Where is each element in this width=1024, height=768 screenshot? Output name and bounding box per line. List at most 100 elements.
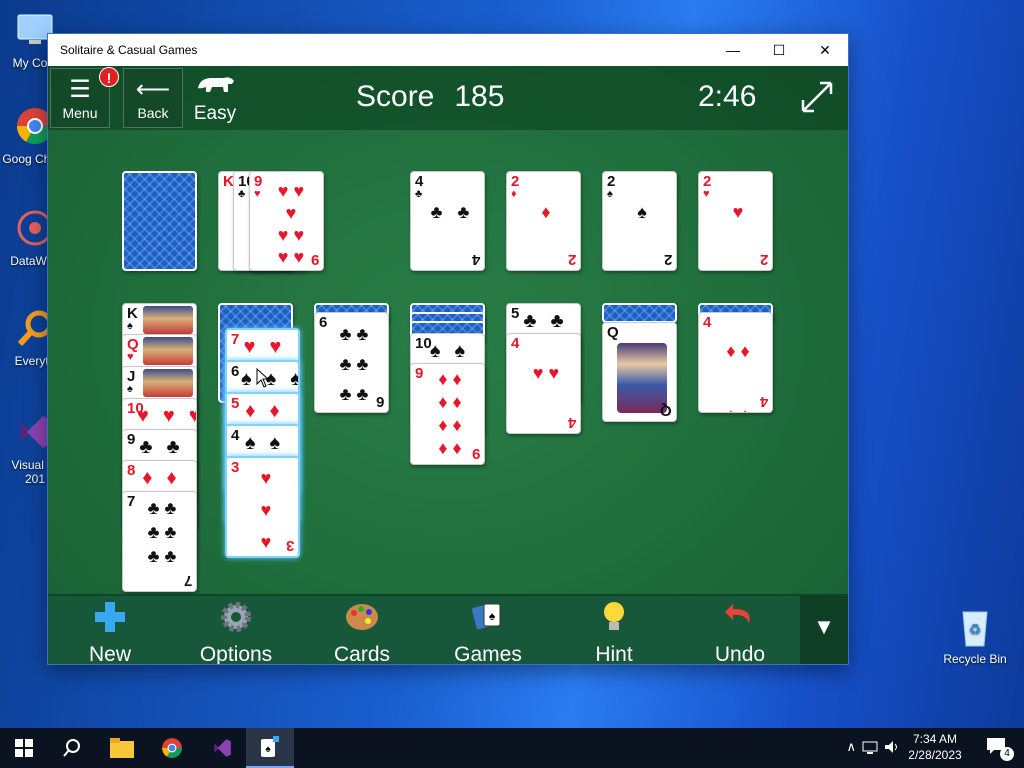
card-suit: ♥ bbox=[127, 351, 134, 363]
start-button[interactable] bbox=[0, 728, 48, 768]
club-pips: ♣♣ bbox=[523, 310, 578, 332]
hint-label: Hint bbox=[595, 643, 633, 664]
foundation-diamonds[interactable]: 2 ♦ ♦♦ 2 bbox=[506, 171, 581, 271]
tray-overflow-chevron-icon[interactable]: ∧ bbox=[846, 739, 856, 755]
queen-face-image bbox=[143, 337, 193, 365]
heart-pips: ♥♥♥ bbox=[137, 405, 196, 427]
tableau-card[interactable]: 4 ♦ ♦♦ ♦ 4 bbox=[698, 312, 773, 413]
tableau-card[interactable]: 6 ♣ ♣ ♣ ♣ ♣ ♣ 6 bbox=[314, 312, 389, 413]
solitaire-window: Solitaire & Casual Games — ☐ ✕ ☰ Menu ! … bbox=[47, 33, 849, 665]
mouse-cursor-icon bbox=[256, 367, 270, 393]
card-rank-corner: 9 bbox=[310, 251, 319, 268]
card-rank-corner: 7 bbox=[183, 572, 192, 589]
taskbar-clock[interactable]: 7:34 AM 2/28/2023 bbox=[900, 731, 970, 763]
palette-icon bbox=[312, 600, 412, 643]
tableau-card[interactable]: 9 ♦ ♦ ♦ ♦ ♦ ♦ ♦ ♦ 9 bbox=[410, 363, 485, 465]
difficulty-label: Easy bbox=[193, 103, 237, 124]
desktop-icon-recycle-bin[interactable]: ♻ Recycle Bin bbox=[940, 604, 1010, 666]
window-titlebar[interactable]: Solitaire & Casual Games — ☐ ✕ bbox=[48, 34, 848, 66]
chrome-taskbar-button[interactable] bbox=[148, 728, 196, 768]
card-rank-corner: 9 bbox=[471, 445, 480, 462]
card-rank: 4 bbox=[415, 173, 424, 190]
notification-count-badge: 4 bbox=[1000, 747, 1014, 761]
heart-pips: ♥♥ bbox=[243, 336, 296, 358]
game-board: ☰ Menu ! ⟵ Back Easy Score 185 2:46 K 10… bbox=[48, 66, 848, 664]
volume-icon[interactable] bbox=[884, 739, 900, 760]
foundation-clubs[interactable]: 4 ♣ ♣ ♣♣ ♣ 4 bbox=[410, 171, 485, 271]
face-down-card bbox=[602, 303, 677, 323]
taskbar: ♠ ∧ 7:34 AM 2/28/2023 4 bbox=[0, 728, 1024, 768]
close-button[interactable]: ✕ bbox=[802, 34, 848, 66]
club-pips: ♣ ♣ ♣ ♣ ♣ ♣ bbox=[339, 324, 369, 404]
maximize-button[interactable]: ☐ bbox=[756, 34, 802, 66]
back-button[interactable]: ⟵ Back bbox=[123, 68, 183, 128]
hint-button[interactable]: Hint bbox=[564, 600, 664, 664]
diamond-pips: ♦♦ bbox=[245, 400, 294, 422]
visual-studio-taskbar-button[interactable] bbox=[198, 728, 246, 768]
spade-pips: ♠♠ bbox=[637, 202, 647, 270]
score-display: Score 185 bbox=[356, 80, 504, 114]
card-suit: ♠ bbox=[127, 320, 133, 332]
menu-label: Menu bbox=[62, 105, 98, 121]
tableau-card[interactable]: 7 ♣ ♣ ♣ ♣ ♣ ♣ 7 bbox=[122, 491, 197, 592]
more-commands-chevron-icon[interactable]: ▼ bbox=[800, 596, 848, 664]
tableau-card[interactable]: 3 ♥ ♥ ♥ 3 bbox=[225, 456, 300, 558]
card-rank: J bbox=[127, 368, 136, 385]
clock-time: 7:34 AM bbox=[912, 732, 958, 746]
alert-badge: ! bbox=[99, 67, 119, 87]
lightbulb-icon bbox=[564, 600, 664, 643]
solitaire-taskbar-button[interactable]: ♠ bbox=[246, 728, 294, 768]
card-rank-corner: 4 bbox=[759, 393, 768, 410]
card-rank: 6 bbox=[319, 314, 328, 331]
cards-label: Cards bbox=[333, 643, 391, 664]
card-suit: ♣ bbox=[238, 188, 246, 200]
foundation-spades[interactable]: 2 ♠ ♠♠ 2 bbox=[602, 171, 677, 271]
tableau-card[interactable]: Q Q bbox=[602, 322, 677, 422]
tableau-card[interactable]: 4 ♥ ♥♥ ♥ 4 bbox=[506, 333, 581, 434]
search-button[interactable] bbox=[48, 728, 96, 768]
fullscreen-icon[interactable] bbox=[800, 80, 834, 114]
undo-label: Undo bbox=[714, 643, 766, 664]
jack-face-image bbox=[143, 369, 193, 397]
menu-button[interactable]: ☰ Menu ! bbox=[50, 67, 119, 128]
heart-pips: ♥♥♥ bbox=[260, 468, 272, 552]
foundation-hearts[interactable]: 2 ♥ ♥♥ 2 bbox=[698, 171, 773, 271]
file-explorer-taskbar-button[interactable] bbox=[98, 728, 146, 768]
card-suit: ♥ bbox=[703, 188, 710, 200]
timer-display: 2:46 bbox=[698, 80, 757, 113]
card-rank: 7 bbox=[127, 493, 136, 510]
king-face-image bbox=[143, 306, 193, 334]
polar-bear-icon bbox=[190, 72, 240, 103]
desktop-icon-label: Recycle Bin bbox=[943, 652, 1007, 666]
solitaire-icon: ♠ bbox=[261, 736, 279, 757]
back-label: Back bbox=[137, 105, 169, 121]
options-button[interactable]: Options bbox=[186, 600, 286, 664]
card-rank-corner: 4 bbox=[567, 414, 576, 431]
club-pips: ♣ ♣♣ ♣ bbox=[430, 202, 470, 270]
recycle-bin-icon: ♻ bbox=[953, 604, 997, 648]
plus-icon bbox=[60, 600, 160, 643]
new-game-button[interactable]: New bbox=[60, 600, 160, 664]
action-center-button[interactable]: 4 bbox=[986, 737, 1014, 761]
score-label: Score bbox=[356, 80, 435, 113]
network-icon[interactable] bbox=[862, 739, 878, 760]
heart-pips: ♥ ♥♥ ♥ bbox=[532, 363, 560, 433]
undo-button[interactable]: Undo bbox=[690, 600, 790, 664]
cards-button[interactable]: Cards bbox=[312, 600, 412, 664]
card-suit: ♥ bbox=[254, 188, 261, 200]
diamond-pips: ♦ ♦♦ ♦ bbox=[726, 341, 750, 412]
clock-date: 2/28/2023 bbox=[908, 748, 962, 762]
diamond-pips: ♦♦ bbox=[142, 467, 191, 489]
command-bar: New Options Cards ♠ Games Hint Undo ▼ bbox=[48, 594, 848, 664]
card-rank: 2 bbox=[607, 173, 616, 190]
card-rank-corner: 2 bbox=[663, 251, 672, 268]
svg-text:♠: ♠ bbox=[265, 744, 271, 755]
games-button[interactable]: ♠ Games bbox=[438, 600, 538, 664]
back-arrow-icon: ⟵ bbox=[135, 76, 171, 103]
minimize-button[interactable]: — bbox=[710, 34, 756, 66]
diamond-pips: ♦♦ bbox=[541, 202, 551, 270]
waste-top-card[interactable]: 9 ♥ ♥ ♥ ♥ ♥ ♥ ♥ ♥ 9 bbox=[249, 171, 324, 271]
difficulty-indicator: Easy bbox=[190, 72, 240, 125]
stock-pile[interactable] bbox=[122, 171, 197, 271]
diamond-pips: ♦ ♦ ♦ ♦ ♦ ♦ ♦ ♦ bbox=[438, 369, 462, 458]
